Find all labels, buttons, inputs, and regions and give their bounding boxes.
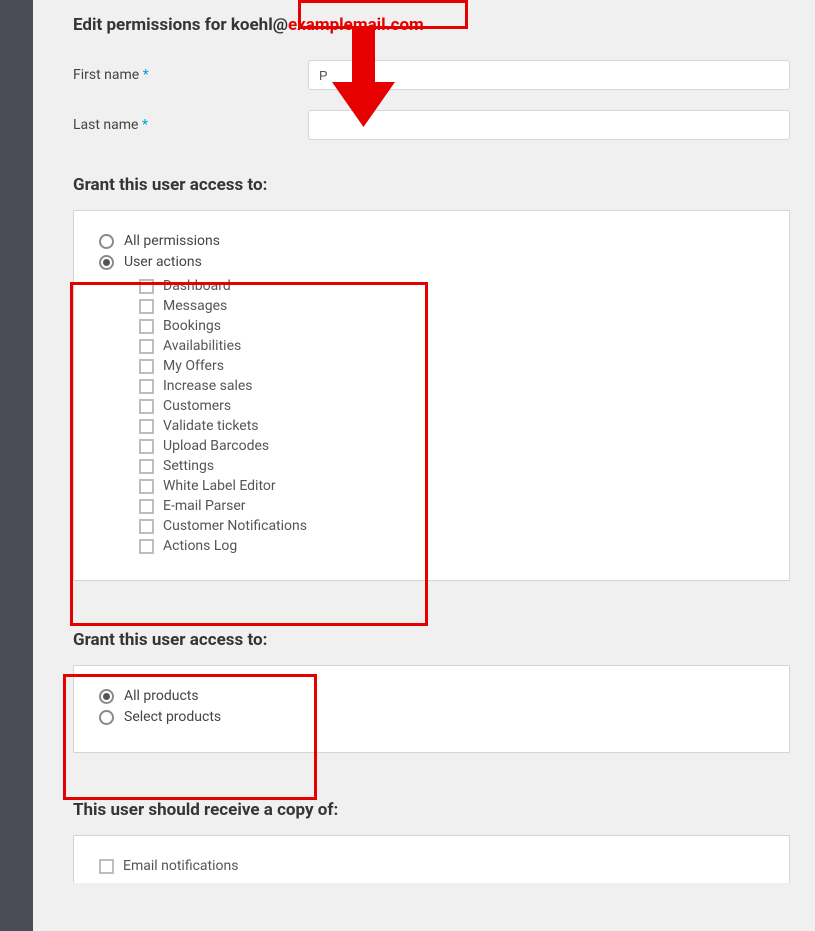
- first-name-input[interactable]: [308, 60, 790, 90]
- email-domain: examplemail.com: [288, 15, 424, 35]
- section-title-products: Grant this user access to:: [73, 630, 790, 650]
- checkbox-label: Actions Log: [163, 538, 237, 554]
- radio-label: All products: [124, 688, 199, 704]
- checkbox-label: White Label Editor: [163, 478, 276, 494]
- checkbox-icon: [139, 539, 154, 554]
- checkbox-icon: [139, 359, 154, 374]
- checkbox-icon: [139, 499, 154, 514]
- checkbox-icon: [139, 439, 154, 454]
- checkbox-icon: [139, 399, 154, 414]
- last-name-row: Last name *: [73, 110, 790, 140]
- checkbox-label: Dashboard: [163, 278, 231, 294]
- checkbox-action[interactable]: E-mail Parser: [139, 498, 764, 514]
- radio-icon: [99, 234, 114, 249]
- checkbox-action[interactable]: Validate tickets: [139, 418, 764, 434]
- title-prefix: Edit permissions for koehl@: [73, 15, 288, 35]
- checkbox-action[interactable]: Customers: [139, 398, 764, 414]
- checkbox-action[interactable]: Customer Notifications: [139, 518, 764, 534]
- checkbox-action[interactable]: Increase sales: [139, 378, 764, 394]
- section-title-access: Grant this user access to:: [73, 175, 790, 195]
- checkbox-icon: [139, 379, 154, 394]
- checkbox-action[interactable]: Messages: [139, 298, 764, 314]
- radio-user-actions[interactable]: User actions: [99, 254, 764, 270]
- radio-label: Select products: [124, 709, 221, 725]
- checkbox-icon: [139, 419, 154, 434]
- checkbox-icon: [139, 459, 154, 474]
- checkbox-icon: [99, 859, 114, 874]
- radio-icon: [99, 689, 114, 704]
- access-panel: All permissions User actions Dashboard Me…: [73, 210, 790, 581]
- products-panel: All products Select products: [73, 665, 790, 753]
- first-name-label: First name *: [73, 67, 308, 83]
- checkbox-icon: [139, 319, 154, 334]
- required-mark: *: [143, 67, 149, 83]
- checkbox-label: Settings: [163, 458, 214, 474]
- checkbox-action[interactable]: White Label Editor: [139, 478, 764, 494]
- checkbox-icon: [139, 519, 154, 534]
- radio-select-products[interactable]: Select products: [99, 709, 764, 725]
- radio-icon: [99, 255, 114, 270]
- checkbox-label: Validate tickets: [163, 418, 259, 434]
- checkbox-label: Increase sales: [163, 378, 253, 394]
- sidebar-stripe: [0, 0, 33, 931]
- checkbox-icon: [139, 299, 154, 314]
- radio-icon: [99, 710, 114, 725]
- checkbox-label: E-mail Parser: [163, 498, 246, 514]
- checkbox-label: Messages: [163, 298, 227, 314]
- radio-label: User actions: [124, 254, 202, 270]
- copy-panel: Email notifications: [73, 835, 790, 883]
- checkbox-icon: [139, 279, 154, 294]
- checkbox-action[interactable]: Dashboard: [139, 278, 764, 294]
- last-name-label: Last name *: [73, 117, 308, 133]
- checkbox-label: Availabilities: [163, 338, 241, 354]
- section-title-copy: This user should receive a copy of:: [73, 800, 790, 820]
- checkbox-action[interactable]: Upload Barcodes: [139, 438, 764, 454]
- checkbox-label: Bookings: [163, 318, 221, 334]
- checkbox-label: Customers: [163, 398, 231, 414]
- checkbox-label: Email notifications: [123, 858, 238, 874]
- checkbox-label: Customer Notifications: [163, 518, 307, 534]
- required-mark: *: [142, 117, 148, 133]
- checkbox-label: Upload Barcodes: [163, 438, 269, 454]
- checkbox-icon: [139, 339, 154, 354]
- page-title: Edit permissions for koehl@examplemail.c…: [73, 15, 790, 35]
- checkbox-icon: [139, 479, 154, 494]
- main-content: Edit permissions for koehl@examplemail.c…: [33, 0, 815, 883]
- radio-all-products[interactable]: All products: [99, 688, 764, 704]
- first-name-row: First name *: [73, 60, 790, 90]
- checkbox-action[interactable]: Bookings: [139, 318, 764, 334]
- checkbox-action[interactable]: Actions Log: [139, 538, 764, 554]
- actions-checkbox-list: Dashboard Messages Bookings Availabilities M…: [139, 278, 764, 554]
- radio-all-permissions[interactable]: All permissions: [99, 233, 764, 249]
- checkbox-label: My Offers: [163, 358, 224, 374]
- last-name-input[interactable]: [308, 110, 790, 140]
- checkbox-action[interactable]: My Offers: [139, 358, 764, 374]
- radio-label: All permissions: [124, 233, 220, 249]
- checkbox-action[interactable]: Availabilities: [139, 338, 764, 354]
- checkbox-action[interactable]: Settings: [139, 458, 764, 474]
- checkbox-copy-option[interactable]: Email notifications: [99, 858, 764, 874]
